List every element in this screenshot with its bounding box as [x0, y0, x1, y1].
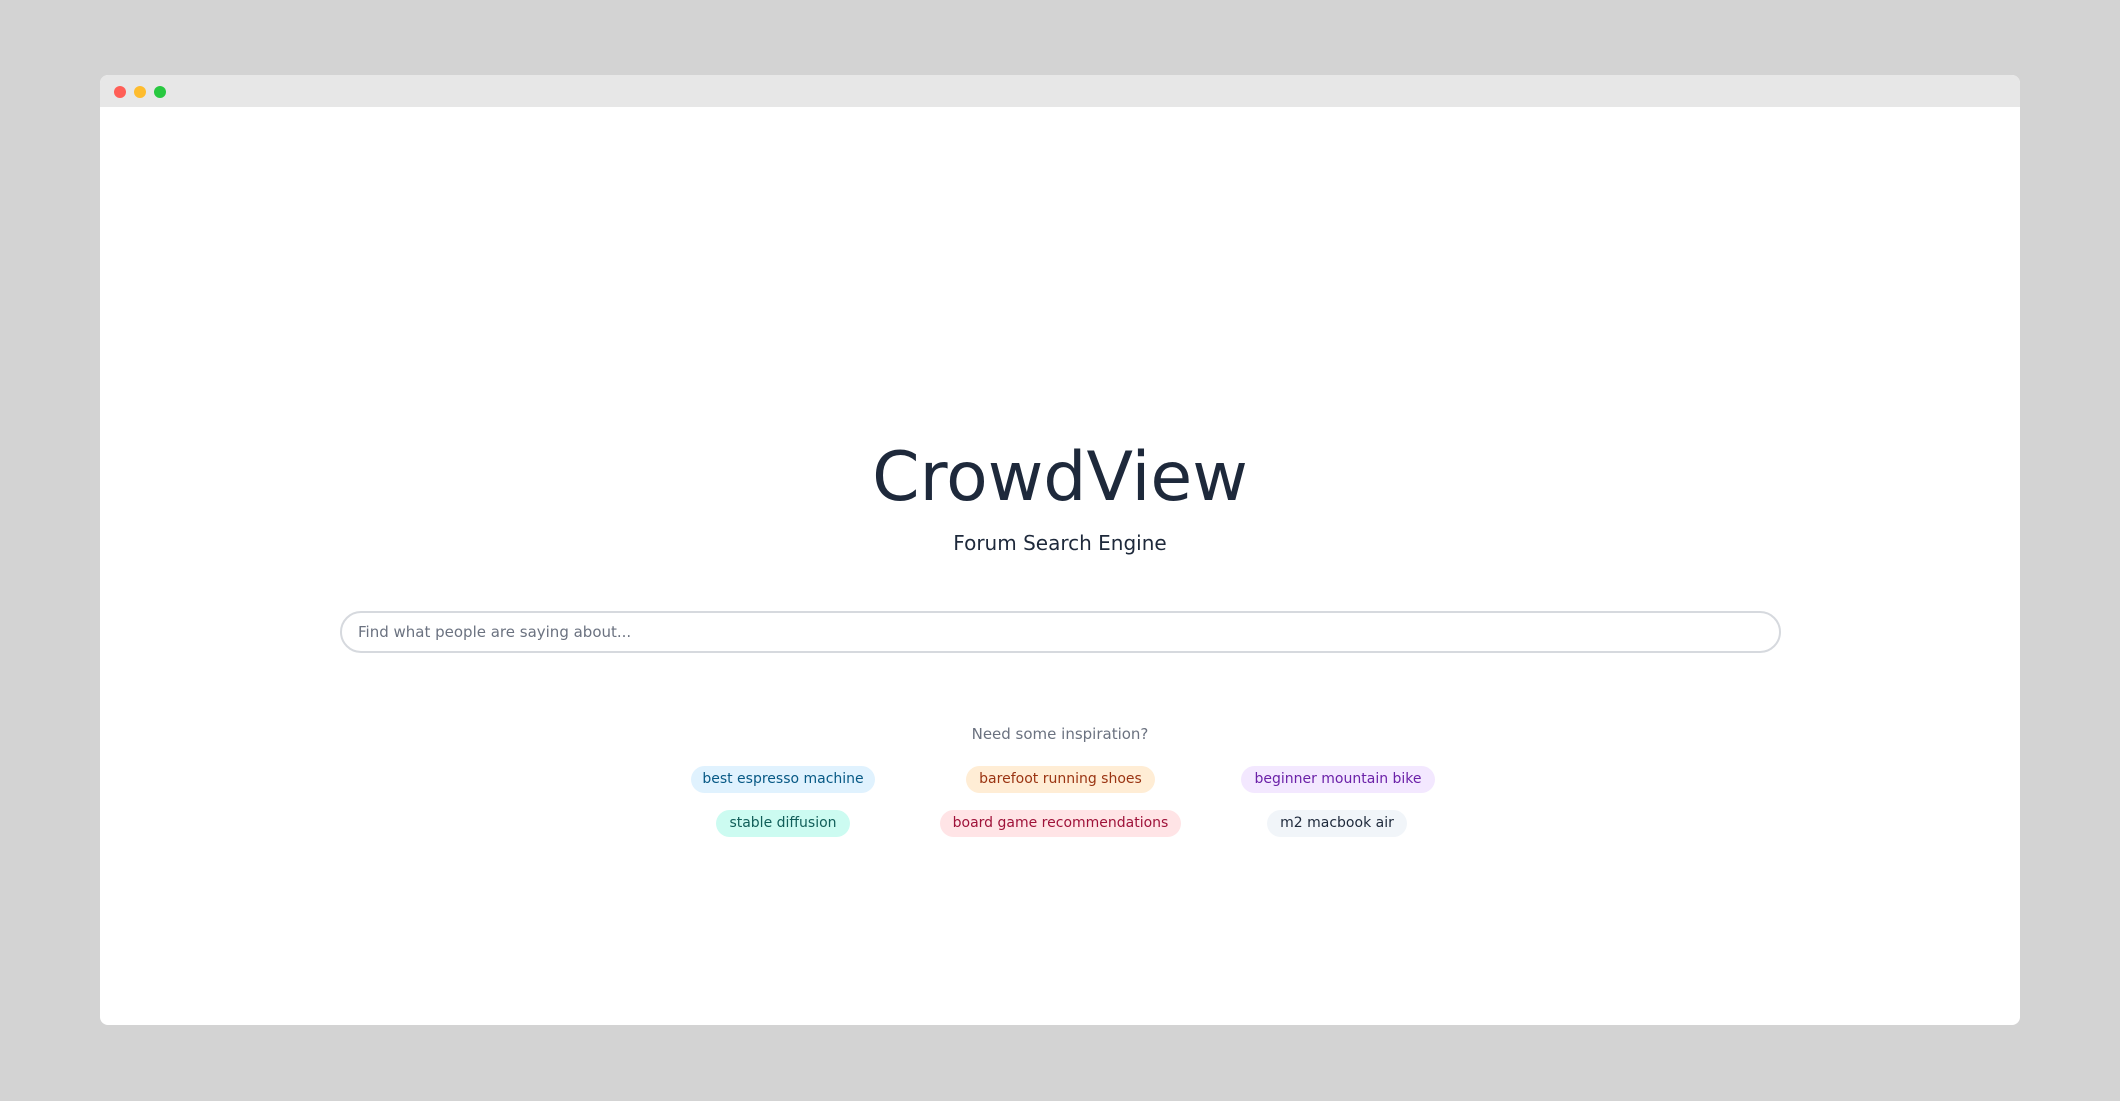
- search-input[interactable]: [358, 613, 1758, 651]
- suggestion-chip[interactable]: beginner mountain bike: [1241, 766, 1435, 793]
- search-bar[interactable]: [340, 611, 1781, 653]
- maximize-window-button[interactable]: [154, 86, 166, 98]
- app-title: CrowdView: [872, 438, 1248, 517]
- minimize-window-button[interactable]: [134, 86, 146, 98]
- suggestion-chip[interactable]: stable diffusion: [716, 810, 850, 837]
- page-content: CrowdView Forum Search Engine Need some …: [100, 107, 2020, 1025]
- window-titlebar: [100, 75, 2020, 107]
- suggestion-chip[interactable]: board game recommendations: [940, 810, 1181, 837]
- inspiration-label: Need some inspiration?: [971, 725, 1149, 743]
- app-subtitle: Forum Search Engine: [953, 531, 1167, 555]
- suggestion-chip[interactable]: best espresso machine: [691, 766, 875, 793]
- close-window-button[interactable]: [114, 86, 126, 98]
- suggestion-chip[interactable]: m2 macbook air: [1267, 810, 1407, 837]
- browser-window: CrowdView Forum Search Engine Need some …: [100, 75, 2020, 1025]
- suggestion-chip[interactable]: barefoot running shoes: [966, 766, 1155, 793]
